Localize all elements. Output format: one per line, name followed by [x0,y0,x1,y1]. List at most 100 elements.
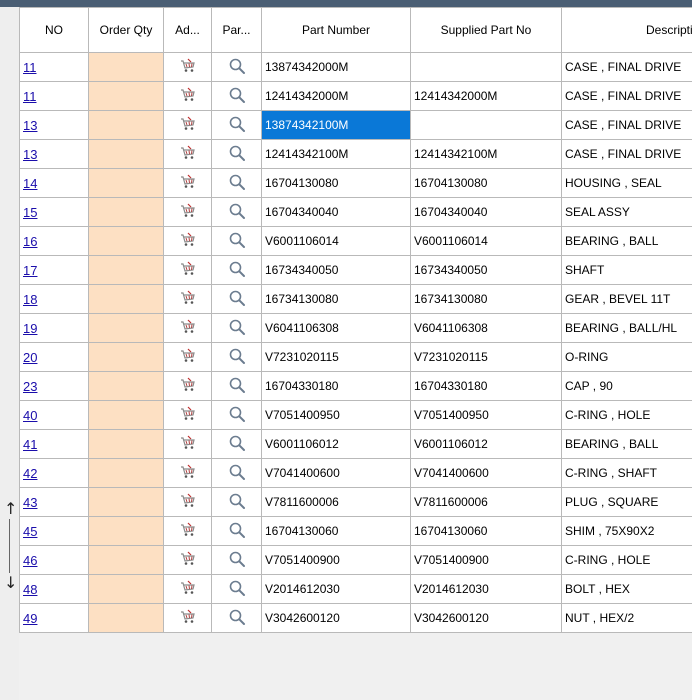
order-qty-input[interactable] [88,110,164,140]
cart-icon[interactable] [180,580,196,599]
cell-supplied-part-no[interactable]: 16704330180 [410,371,562,401]
table-row[interactable]: 14 16704130080 16704130080 HOUSING , SEAL [19,168,692,198]
cell-supplied-part-no[interactable]: V7811600006 [410,487,562,517]
item-number-link[interactable]: 43 [23,495,37,510]
col-header-add[interactable]: Ad... [163,7,212,53]
cell-description[interactable]: GEAR , BEVEL 11T [561,284,692,314]
magnifier-icon[interactable] [228,319,246,339]
cart-icon[interactable] [180,348,196,367]
magnifier-icon[interactable] [228,290,246,310]
cell-description[interactable]: SHIM , 75X90X2 [561,516,692,546]
cell-supplied-part-no[interactable]: 16704130060 [410,516,562,546]
order-qty-input[interactable] [88,516,164,546]
cell-supplied-part-no[interactable]: V6001106014 [410,226,562,256]
order-qty-input[interactable] [88,284,164,314]
magnifier-icon[interactable] [228,377,246,397]
magnifier-icon[interactable] [228,348,246,368]
cell-supplied-part-no[interactable]: V6041106308 [410,313,562,343]
cell-description[interactable]: CASE , FINAL DRIVE [561,81,692,111]
cart-icon[interactable] [180,551,196,570]
magnifier-icon[interactable] [228,464,246,484]
item-number-link[interactable]: 46 [23,553,37,568]
cell-description[interactable]: C-RING , HOLE [561,400,692,430]
order-qty-input[interactable] [88,81,164,111]
magnifier-icon[interactable] [228,145,246,165]
magnifier-icon[interactable] [228,232,246,252]
table-row[interactable]: 42 V7041400600 V7041400600 C-RING , SHAFT [19,458,692,488]
item-number-link[interactable]: 41 [23,437,37,452]
order-qty-input[interactable] [88,226,164,256]
item-number-link[interactable]: 18 [23,292,37,307]
magnifier-icon[interactable] [228,609,246,629]
cell-part-number[interactable]: V7811600006 [261,487,411,517]
resize-down-arrow-icon[interactable]: ↓ [4,575,17,591]
table-row[interactable]: 43 V7811600006 V7811600006 PLUG , SQUARE [19,487,692,517]
cell-description[interactable]: C-RING , SHAFT [561,458,692,488]
cell-part-number[interactable]: 16704130080 [261,168,411,198]
cell-supplied-part-no[interactable]: 16704340040 [410,197,562,227]
item-number-link[interactable]: 19 [23,321,37,336]
cell-part-number[interactable]: 16704340040 [261,197,411,227]
cart-icon[interactable] [180,174,196,193]
order-qty-input[interactable] [88,429,164,459]
order-qty-input[interactable] [88,168,164,198]
magnifier-icon[interactable] [228,406,246,426]
col-header-parts[interactable]: Par... [211,7,262,53]
magnifier-icon[interactable] [228,116,246,136]
cell-part-number[interactable]: 12414342000M [261,81,411,111]
table-row[interactable]: 45 16704130060 16704130060 SHIM , 75X90X2 [19,516,692,546]
cell-part-number[interactable]: V7041400600 [261,458,411,488]
cell-supplied-part-no[interactable] [410,110,562,140]
cell-supplied-part-no[interactable]: V7051400950 [410,400,562,430]
order-qty-input[interactable] [88,52,164,82]
cell-description[interactable]: BEARING , BALL/HL [561,313,692,343]
magnifier-icon[interactable] [228,58,246,78]
order-qty-input[interactable] [88,371,164,401]
cell-description[interactable]: CASE , FINAL DRIVE [561,52,692,82]
left-splitter[interactable]: ↑ ↓ [0,7,19,700]
resize-up-arrow-icon[interactable]: ↑ [4,501,17,517]
cell-supplied-part-no[interactable]: V3042600120 [410,603,562,633]
cell-part-number[interactable]: V7051400950 [261,400,411,430]
cart-icon[interactable] [180,522,196,541]
cell-part-number[interactable]: 12414342100M [261,139,411,169]
cell-part-number[interactable]: 16704130060 [261,516,411,546]
magnifier-icon[interactable] [228,203,246,223]
cell-supplied-part-no[interactable]: 16734130080 [410,284,562,314]
cell-part-number[interactable]: 16704330180 [261,371,411,401]
order-qty-input[interactable] [88,400,164,430]
cell-part-number[interactable]: V2014612030 [261,574,411,604]
item-number-link[interactable]: 40 [23,408,37,423]
cart-icon[interactable] [180,261,196,280]
cart-icon[interactable] [180,145,196,164]
item-number-link[interactable]: 13 [23,147,37,162]
cell-part-number[interactable]: V6041106308 [261,313,411,343]
col-header-supplied-part-no[interactable]: Supplied Part No [410,7,562,53]
order-qty-input[interactable] [88,458,164,488]
cell-supplied-part-no[interactable]: V7041400600 [410,458,562,488]
cart-icon[interactable] [180,87,196,106]
cell-supplied-part-no[interactable]: V7051400900 [410,545,562,575]
magnifier-icon[interactable] [228,580,246,600]
table-row[interactable]: 23 16704330180 16704330180 CAP , 90 [19,371,692,401]
cell-description[interactable]: NUT , HEX/2 [561,603,692,633]
table-row[interactable]: 40 V7051400950 V7051400950 C-RING , HOLE [19,400,692,430]
col-header-part-number[interactable]: Part Number [261,7,411,53]
item-number-link[interactable]: 48 [23,582,37,597]
cell-description[interactable]: BOLT , HEX [561,574,692,604]
item-number-link[interactable]: 23 [23,379,37,394]
col-header-order-qty[interactable]: Order Qty [88,7,164,53]
order-qty-input[interactable] [88,603,164,633]
magnifier-icon[interactable] [228,174,246,194]
magnifier-icon[interactable] [228,522,246,542]
cell-description[interactable]: HOUSING , SEAL [561,168,692,198]
table-row[interactable]: 11 13874342000M CASE , FINAL DRIVE [19,52,692,82]
cell-supplied-part-no[interactable]: V6001106012 [410,429,562,459]
cart-icon[interactable] [180,203,196,222]
cart-icon[interactable] [180,58,196,77]
item-number-link[interactable]: 17 [23,263,37,278]
table-row[interactable]: 18 16734130080 16734130080 GEAR , BEVEL 11T [19,284,692,314]
col-header-no[interactable]: NO [19,7,89,53]
cart-icon[interactable] [180,377,196,396]
magnifier-icon[interactable] [228,87,246,107]
